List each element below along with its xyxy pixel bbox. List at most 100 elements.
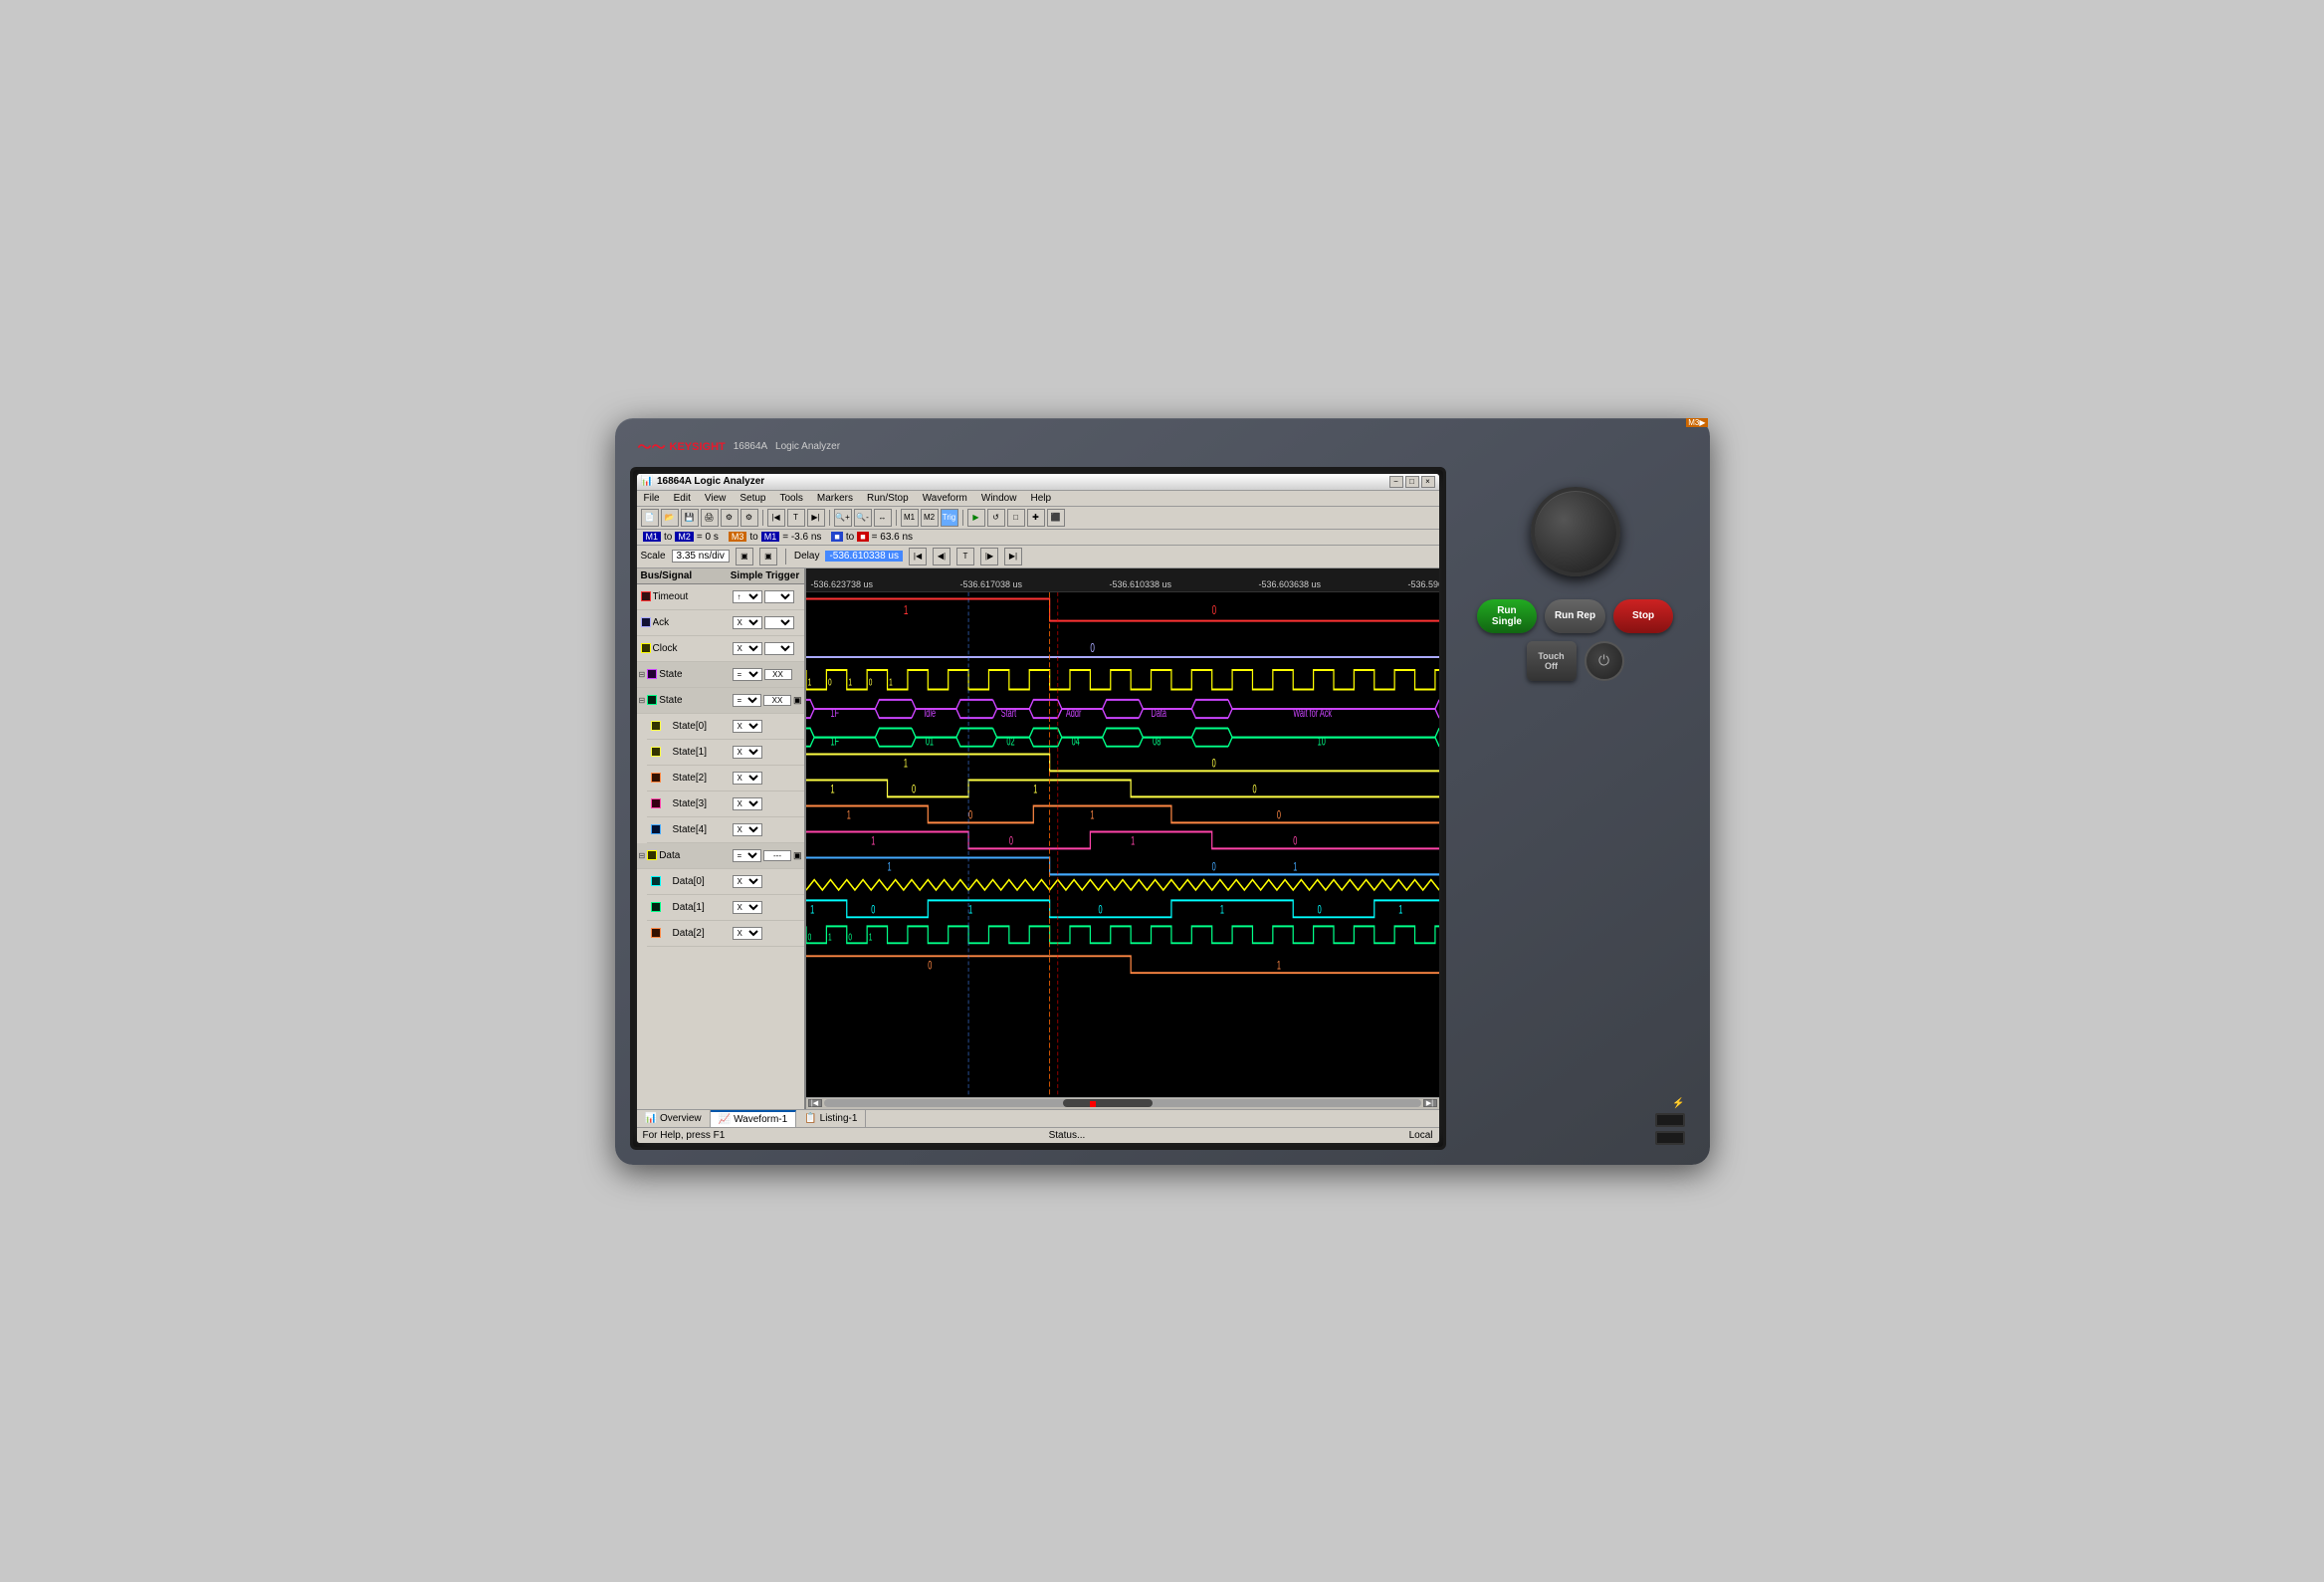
state2-icon bbox=[647, 695, 657, 705]
nav-trigger-btn[interactable]: T bbox=[787, 509, 805, 527]
svg-text:0: 0 bbox=[1276, 808, 1281, 821]
data1-name: Data[1] bbox=[673, 902, 733, 913]
scale-zoom-out[interactable]: ▣ bbox=[759, 548, 777, 565]
sep4 bbox=[962, 510, 963, 526]
tab-overview[interactable]: 📊 Overview bbox=[637, 1110, 711, 1127]
state2-trig-value[interactable] bbox=[763, 695, 791, 706]
menu-bar: File Edit View Setup Tools Markers Run/S… bbox=[637, 491, 1439, 507]
marker-btn[interactable]: M1 bbox=[901, 509, 919, 527]
state3-trig-select[interactable]: X bbox=[733, 797, 762, 810]
ack-trig-val[interactable] bbox=[764, 616, 794, 629]
ack-trig-select[interactable]: X bbox=[733, 616, 762, 629]
main-knob[interactable] bbox=[1531, 487, 1620, 576]
state1-trig-select[interactable]: = bbox=[733, 668, 762, 681]
svg-text:0: 0 bbox=[1252, 783, 1257, 795]
nav-end-btn[interactable]: ▶| bbox=[807, 509, 825, 527]
stop-button[interactable]: Stop bbox=[1613, 599, 1673, 633]
save-button[interactable]: 💾 bbox=[681, 509, 699, 527]
signal-row-state3: State[3] X bbox=[647, 791, 804, 817]
nav-start-scroll[interactable]: |◀ bbox=[808, 1099, 822, 1107]
state1-expand[interactable]: ⊟ bbox=[639, 670, 646, 679]
zoom-in-btn[interactable]: 🔍+ bbox=[834, 509, 852, 527]
nav-end-scroll[interactable]: ▶| bbox=[1423, 1099, 1437, 1107]
delay-nav4[interactable]: ▶| bbox=[1004, 548, 1022, 565]
open-button[interactable]: 📂 bbox=[661, 509, 679, 527]
menu-view[interactable]: View bbox=[702, 492, 730, 505]
menu-tools[interactable]: Tools bbox=[777, 492, 806, 505]
data-extra-btn[interactable]: ▣ bbox=[793, 850, 802, 861]
menu-runstop[interactable]: Run/Stop bbox=[864, 492, 912, 505]
tab-waveform1[interactable]: 📈 Waveform-1 bbox=[711, 1110, 797, 1127]
menu-setup[interactable]: Setup bbox=[737, 492, 768, 505]
scale-zoom-in[interactable]: ▣ bbox=[736, 548, 753, 565]
svg-text:0: 0 bbox=[828, 676, 832, 688]
clock-trig-val[interactable] bbox=[764, 642, 794, 655]
svg-text:0: 0 bbox=[968, 808, 973, 821]
tb-icon2[interactable]: ⚙ bbox=[740, 509, 758, 527]
state2-expand[interactable]: ⊟ bbox=[639, 696, 646, 705]
svg-text:1: 1 bbox=[830, 783, 834, 795]
timeout-trig-val[interactable] bbox=[764, 590, 794, 603]
menu-help[interactable]: Help bbox=[1027, 492, 1054, 505]
menu-markers[interactable]: Markers bbox=[814, 492, 856, 505]
close-button[interactable]: × bbox=[1421, 476, 1435, 488]
delay-nav3[interactable]: |▶ bbox=[980, 548, 998, 565]
menu-edit[interactable]: Edit bbox=[671, 492, 694, 505]
print-button[interactable]: 🖨 bbox=[701, 509, 719, 527]
state2b-wave: 1 0 1 0 bbox=[806, 805, 1439, 822]
signal-row-state4: State[4] X bbox=[647, 817, 804, 843]
tb-play[interactable]: ▶ bbox=[967, 509, 985, 527]
state1-trig-value[interactable] bbox=[764, 669, 792, 680]
timeout-name: Timeout bbox=[653, 591, 733, 602]
minimize-button[interactable]: − bbox=[1389, 476, 1403, 488]
delay-nav2[interactable]: ◀| bbox=[933, 548, 951, 565]
state2b-trig-select[interactable]: X bbox=[733, 772, 762, 785]
title-text: 16864A Logic Analyzer bbox=[657, 476, 764, 487]
scale-value: 3.35 ns/div bbox=[672, 550, 730, 563]
nav-start-btn[interactable]: |◀ bbox=[767, 509, 785, 527]
tb-icon1[interactable]: ⚙ bbox=[721, 509, 739, 527]
zoom-out-btn[interactable]: 🔍- bbox=[854, 509, 872, 527]
tb-rep[interactable]: ↺ bbox=[987, 509, 1005, 527]
delay-trig[interactable]: T bbox=[956, 548, 974, 565]
data2-trig-select[interactable]: X bbox=[733, 927, 762, 940]
timeout-trigger: ↑ bbox=[733, 590, 802, 603]
scrollbar-thumb[interactable] bbox=[1063, 1099, 1153, 1107]
data-trig-select[interactable]: = bbox=[733, 849, 761, 862]
tb-trigger-icon[interactable]: ✚ bbox=[1027, 509, 1045, 527]
menu-window[interactable]: Window bbox=[978, 492, 1020, 505]
signal-header: Bus/Signal Simple Trigger bbox=[637, 568, 804, 584]
data-trig-value[interactable] bbox=[763, 850, 791, 861]
state2-trig-select[interactable]: = bbox=[733, 694, 761, 707]
tb-stop[interactable]: □ bbox=[1007, 509, 1025, 527]
menu-file[interactable]: File bbox=[641, 492, 663, 505]
marker2-btn[interactable]: M2 bbox=[921, 509, 939, 527]
waveform-container: Bus/Signal Simple Trigger Timeout ↑ bbox=[637, 568, 1439, 1109]
data0-trig-select[interactable]: X bbox=[733, 875, 762, 888]
trig-btn[interactable]: Trig bbox=[941, 509, 958, 527]
delay-nav1[interactable]: |◀ bbox=[909, 548, 927, 565]
state0-trig-select[interactable]: X bbox=[733, 720, 762, 733]
menu-waveform[interactable]: Waveform bbox=[920, 492, 970, 505]
timeout-trig-select[interactable]: ↑ bbox=[733, 590, 762, 603]
tab-listing1[interactable]: 📋 Listing-1 bbox=[796, 1110, 866, 1127]
new-button[interactable]: 📄 bbox=[641, 509, 659, 527]
maximize-button[interactable]: □ bbox=[1405, 476, 1419, 488]
state2-wave: 1F 01 02 04 bbox=[806, 728, 1439, 748]
state1b-trig-select[interactable]: X bbox=[733, 746, 762, 759]
clock-trig-select[interactable]: X bbox=[733, 642, 762, 655]
fit-btn[interactable]: ↔ bbox=[874, 509, 892, 527]
run-single-button[interactable]: RunSingle bbox=[1477, 599, 1537, 633]
state2-extra-btn[interactable]: ▣ bbox=[793, 695, 802, 706]
scale-delay-bar: Scale 3.35 ns/div ▣ ▣ Delay -536.610338 … bbox=[637, 546, 1439, 568]
data-expand[interactable]: ⊟ bbox=[639, 851, 646, 860]
scrollbar-track bbox=[824, 1099, 1421, 1107]
state4-trig-select[interactable]: X bbox=[733, 823, 762, 836]
touch-off-button[interactable]: TouchOff bbox=[1527, 641, 1577, 681]
power-button[interactable]: ⏻ bbox=[1585, 641, 1624, 681]
run-rep-button[interactable]: Run Rep bbox=[1545, 599, 1605, 633]
tb-stop2[interactable]: ⬛ bbox=[1047, 509, 1065, 527]
data1-trig-select[interactable]: X bbox=[733, 901, 762, 914]
svg-text:0: 0 bbox=[1211, 860, 1216, 873]
state2b-name: State[2] bbox=[673, 773, 733, 784]
